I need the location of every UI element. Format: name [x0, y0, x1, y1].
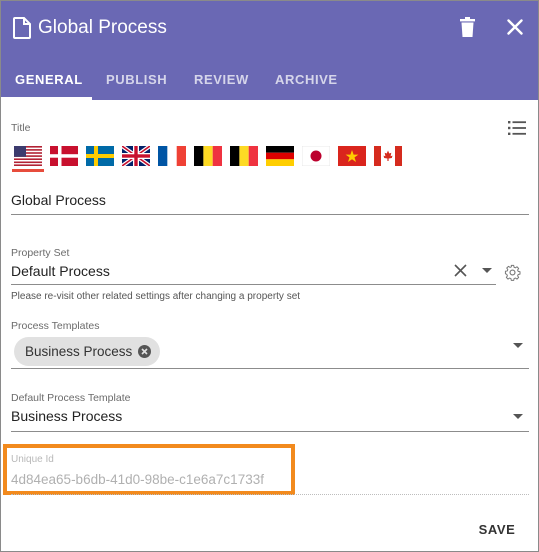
property-set-underline: [11, 284, 496, 285]
edit-dialog: Global Process GENERAL PUBLISH REVIEW AR…: [0, 0, 539, 552]
unique-id-value: 4d84ea65-b6db-41d0-98be-c1e6a7c1733f: [11, 472, 264, 487]
clear-icon[interactable]: [454, 264, 467, 277]
process-templates-underline: [11, 368, 529, 369]
unique-id-highlight: [3, 444, 295, 495]
save-button[interactable]: SAVE: [471, 519, 523, 541]
active-tab-indicator: [1, 97, 92, 100]
unique-id-label: Unique Id: [11, 454, 54, 465]
gear-icon[interactable]: [504, 264, 521, 281]
unique-id-underline: [11, 494, 529, 495]
title-input[interactable]: Global Process: [11, 192, 106, 208]
default-template-dropdown-icon[interactable]: [513, 414, 523, 419]
tab-publish[interactable]: PUBLISH: [106, 72, 167, 87]
tab-general[interactable]: GENERAL: [15, 72, 83, 87]
selected-language-indicator: [12, 169, 44, 172]
chip-label: Business Process: [25, 344, 133, 359]
remove-chip-icon[interactable]: [138, 345, 151, 358]
process-templates-dropdown-icon[interactable]: [513, 343, 523, 348]
list-icon[interactable]: [508, 121, 526, 135]
flag-belgium-icon[interactable]: [194, 146, 222, 166]
flag-germany-icon[interactable]: [266, 146, 294, 166]
flag-us-icon[interactable]: [14, 146, 42, 166]
flag-sweden-icon[interactable]: [86, 146, 114, 166]
property-set-dropdown-icon[interactable]: [482, 268, 492, 273]
flag-belgium-alt-icon[interactable]: [230, 146, 258, 166]
title-label: Title: [11, 122, 31, 134]
flag-vietnam-icon[interactable]: [338, 146, 366, 166]
close-icon[interactable]: [507, 19, 523, 35]
document-icon: [13, 17, 31, 39]
default-template-underline: [11, 431, 529, 432]
dialog-header: Global Process GENERAL PUBLISH REVIEW AR…: [1, 1, 538, 100]
flag-denmark-icon[interactable]: [50, 146, 78, 166]
tab-review[interactable]: REVIEW: [194, 72, 249, 87]
tab-bar: GENERAL PUBLISH REVIEW ARCHIVE: [1, 63, 538, 100]
delete-icon[interactable]: [460, 17, 475, 37]
flag-france-icon[interactable]: [158, 146, 186, 166]
flag-japan-icon[interactable]: [302, 146, 330, 166]
flag-uk-icon[interactable]: [122, 146, 150, 166]
default-template-select[interactable]: Business Process: [11, 408, 122, 424]
tab-archive[interactable]: ARCHIVE: [275, 72, 338, 87]
dialog-title: Global Process: [38, 17, 167, 38]
property-set-select[interactable]: Default Process: [11, 263, 110, 279]
title-input-underline: [11, 214, 529, 215]
property-set-hint: Please re-visit other related settings a…: [11, 291, 301, 302]
process-templates-label: Process Templates: [11, 320, 100, 332]
process-template-chip[interactable]: Business Process: [14, 337, 160, 366]
property-set-label: Property Set: [11, 247, 70, 259]
default-template-label: Default Process Template: [11, 392, 131, 404]
flag-canada-icon[interactable]: [374, 146, 402, 166]
